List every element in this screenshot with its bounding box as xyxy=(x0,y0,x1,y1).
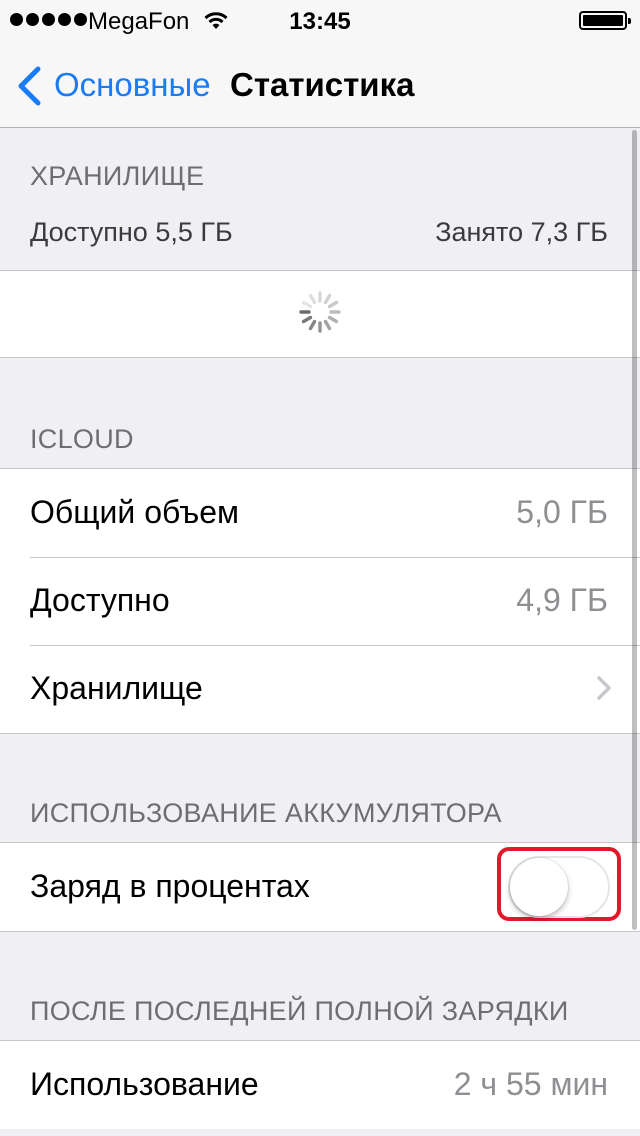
row-value: 5,0 ГБ xyxy=(516,494,608,530)
icloud-group: Общий объем 5,0 ГБ Доступно 4,9 ГБ Храни… xyxy=(0,468,640,734)
since-charge-section-header: ПОСЛЕ ПОСЛЕДНЕЙ ПОЛНОЙ ЗАРЯДКИ xyxy=(30,996,569,1026)
storage-summary: Доступно 5,5 ГБ Занято 7,3 ГБ xyxy=(30,217,608,248)
icloud-available-row: Доступно 4,9 ГБ xyxy=(0,557,640,645)
toggle-knob xyxy=(510,858,568,916)
page-title: Статистика xyxy=(230,66,415,103)
scroll-indicator xyxy=(632,130,637,930)
status-bar: MegaFon 13:45 xyxy=(0,0,640,40)
storage-used: Занято 7,3 ГБ xyxy=(435,217,608,247)
row-label: Доступно xyxy=(30,582,170,618)
storage-available: Доступно 5,5 ГБ xyxy=(30,217,233,247)
status-time: 13:45 xyxy=(289,8,351,35)
row-value: 2 ч 55 мин xyxy=(453,1066,608,1102)
row-label: Заряд в процентах xyxy=(30,868,310,904)
row-value: 4,9 ГБ xyxy=(516,582,608,618)
row-label: Использование xyxy=(30,1066,259,1102)
icloud-section-header: ICLOUD xyxy=(30,424,134,454)
since-charge-group: Использование 2 ч 55 мин xyxy=(0,1040,640,1129)
battery-percentage-toggle[interactable] xyxy=(508,856,610,918)
navigation-bar: Основные Статистика xyxy=(0,40,640,128)
back-button[interactable]: Основные xyxy=(54,66,211,104)
chevron-right-icon xyxy=(596,675,612,706)
row-label: Хранилище xyxy=(30,670,203,706)
row-label: Общий объем xyxy=(30,494,240,530)
battery-section-header: ИСПОЛЬЗОВАНИЕ АККУМУЛЯТОРА xyxy=(30,798,502,828)
icloud-total-row: Общий объем 5,0 ГБ xyxy=(0,469,640,557)
spinner-icon xyxy=(298,290,342,334)
battery-icon xyxy=(579,11,631,30)
icloud-storage-row[interactable]: Хранилище xyxy=(0,645,640,733)
storage-section-header: ХРАНИЛИЩЕ xyxy=(30,161,205,191)
back-chevron-icon[interactable] xyxy=(16,66,42,111)
usage-row: Использование 2 ч 55 мин xyxy=(0,1041,640,1129)
